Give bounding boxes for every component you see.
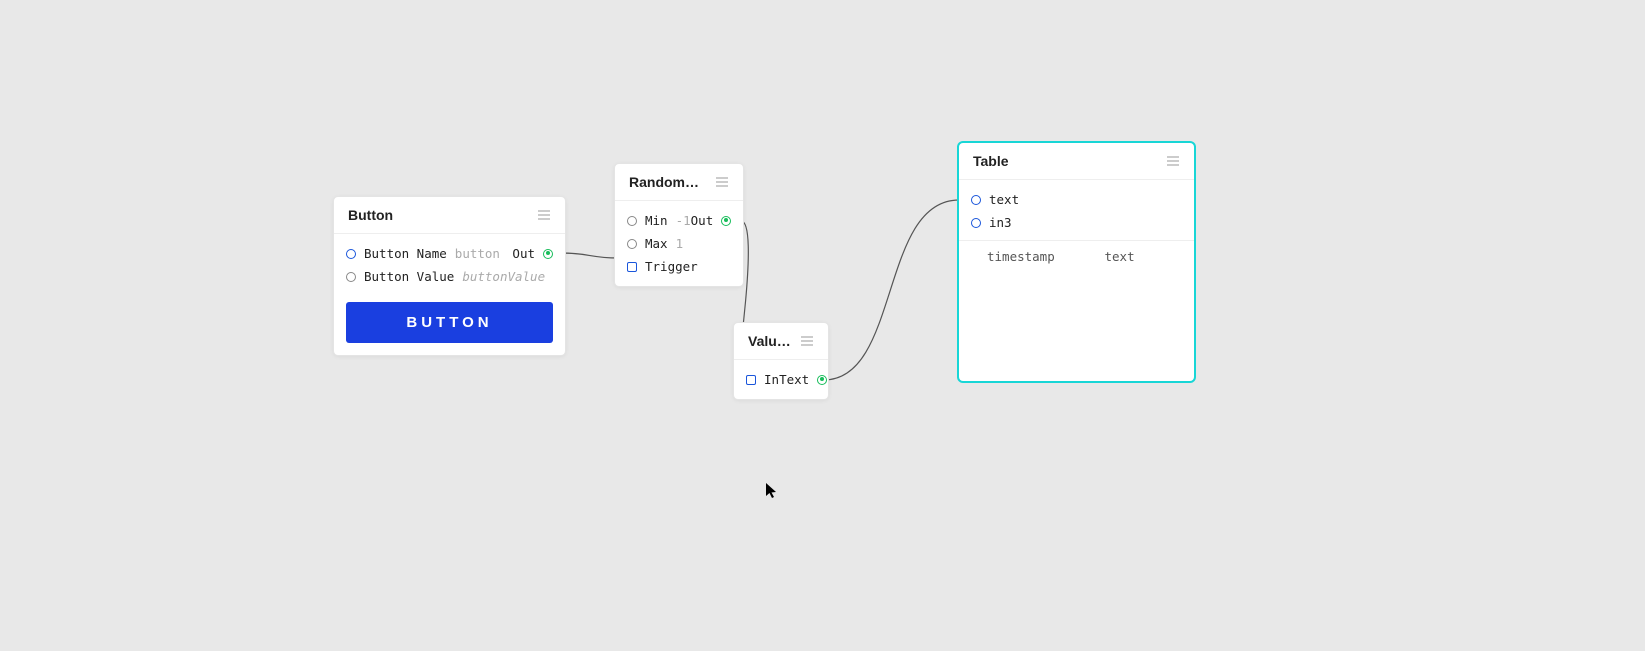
node-value-title: Value... (748, 333, 792, 349)
node-random-header[interactable]: RandomNum... (615, 164, 743, 201)
node-table[interactable]: Table text in3 timestamp text (958, 142, 1195, 382)
node-value[interactable]: Value... In Text (733, 322, 829, 400)
output-port-icon[interactable] (543, 249, 553, 259)
input-port-icon[interactable] (627, 239, 637, 249)
port-label: In (764, 372, 779, 387)
port-row-button-value: Button Value buttonValue (334, 265, 565, 288)
port-row-trigger: Trigger (615, 255, 743, 278)
port-row-min: Min -1 Out (615, 209, 743, 232)
port-out-label: Out (512, 246, 535, 261)
output-port-icon[interactable] (721, 216, 731, 226)
port-row-in3: in3 (959, 211, 1194, 234)
node-value-header[interactable]: Value... (734, 323, 828, 360)
menu-icon[interactable] (715, 176, 729, 188)
port-row-text: text (959, 188, 1194, 211)
button-action[interactable]: BUTTON (346, 302, 553, 343)
port-value[interactable]: -1 (676, 213, 691, 228)
node-canvas[interactable]: Button Button Name button Out Button Val… (0, 0, 1645, 651)
menu-icon[interactable] (800, 335, 814, 347)
input-port-icon[interactable] (971, 195, 981, 205)
input-port-icon[interactable] (346, 272, 356, 282)
input-port-icon[interactable] (627, 216, 637, 226)
node-button-title: Button (348, 207, 393, 223)
port-label: Max (645, 236, 668, 251)
input-port-icon[interactable] (971, 218, 981, 228)
port-out-label: Out (691, 213, 714, 228)
node-table-title: Table (973, 153, 1009, 169)
menu-icon[interactable] (537, 209, 551, 221)
port-value[interactable]: 1 (676, 236, 684, 251)
node-random[interactable]: RandomNum... Min -1 Out Max 1 Trigger (614, 163, 744, 287)
port-out-label: Text (779, 372, 809, 387)
table-columns: timestamp text (959, 240, 1194, 272)
port-row-button-name: Button Name button Out (334, 242, 565, 265)
node-random-title: RandomNum... (629, 174, 707, 190)
node-button-header[interactable]: Button (334, 197, 565, 234)
output-port-icon[interactable] (817, 375, 827, 385)
table-col-header: timestamp (959, 249, 1077, 264)
port-row-max: Max 1 (615, 232, 743, 255)
menu-icon[interactable] (1166, 155, 1180, 167)
port-label: Min (645, 213, 668, 228)
port-label: text (989, 192, 1019, 207)
table-col-header: text (1077, 249, 1195, 264)
port-value[interactable]: buttonValue (462, 269, 545, 284)
port-label: Button Name (364, 246, 447, 261)
mouse-cursor-icon (766, 483, 778, 499)
port-label: Trigger (645, 259, 698, 274)
port-value[interactable]: button (455, 246, 500, 261)
node-button[interactable]: Button Button Name button Out Button Val… (333, 196, 566, 356)
port-label: in3 (989, 215, 1012, 230)
port-label: Button Value (364, 269, 454, 284)
trigger-port-icon[interactable] (627, 262, 637, 272)
port-row-in-text: In Text (734, 368, 828, 391)
input-port-icon[interactable] (746, 375, 756, 385)
input-port-icon[interactable] (346, 249, 356, 259)
node-table-header[interactable]: Table (959, 143, 1194, 180)
